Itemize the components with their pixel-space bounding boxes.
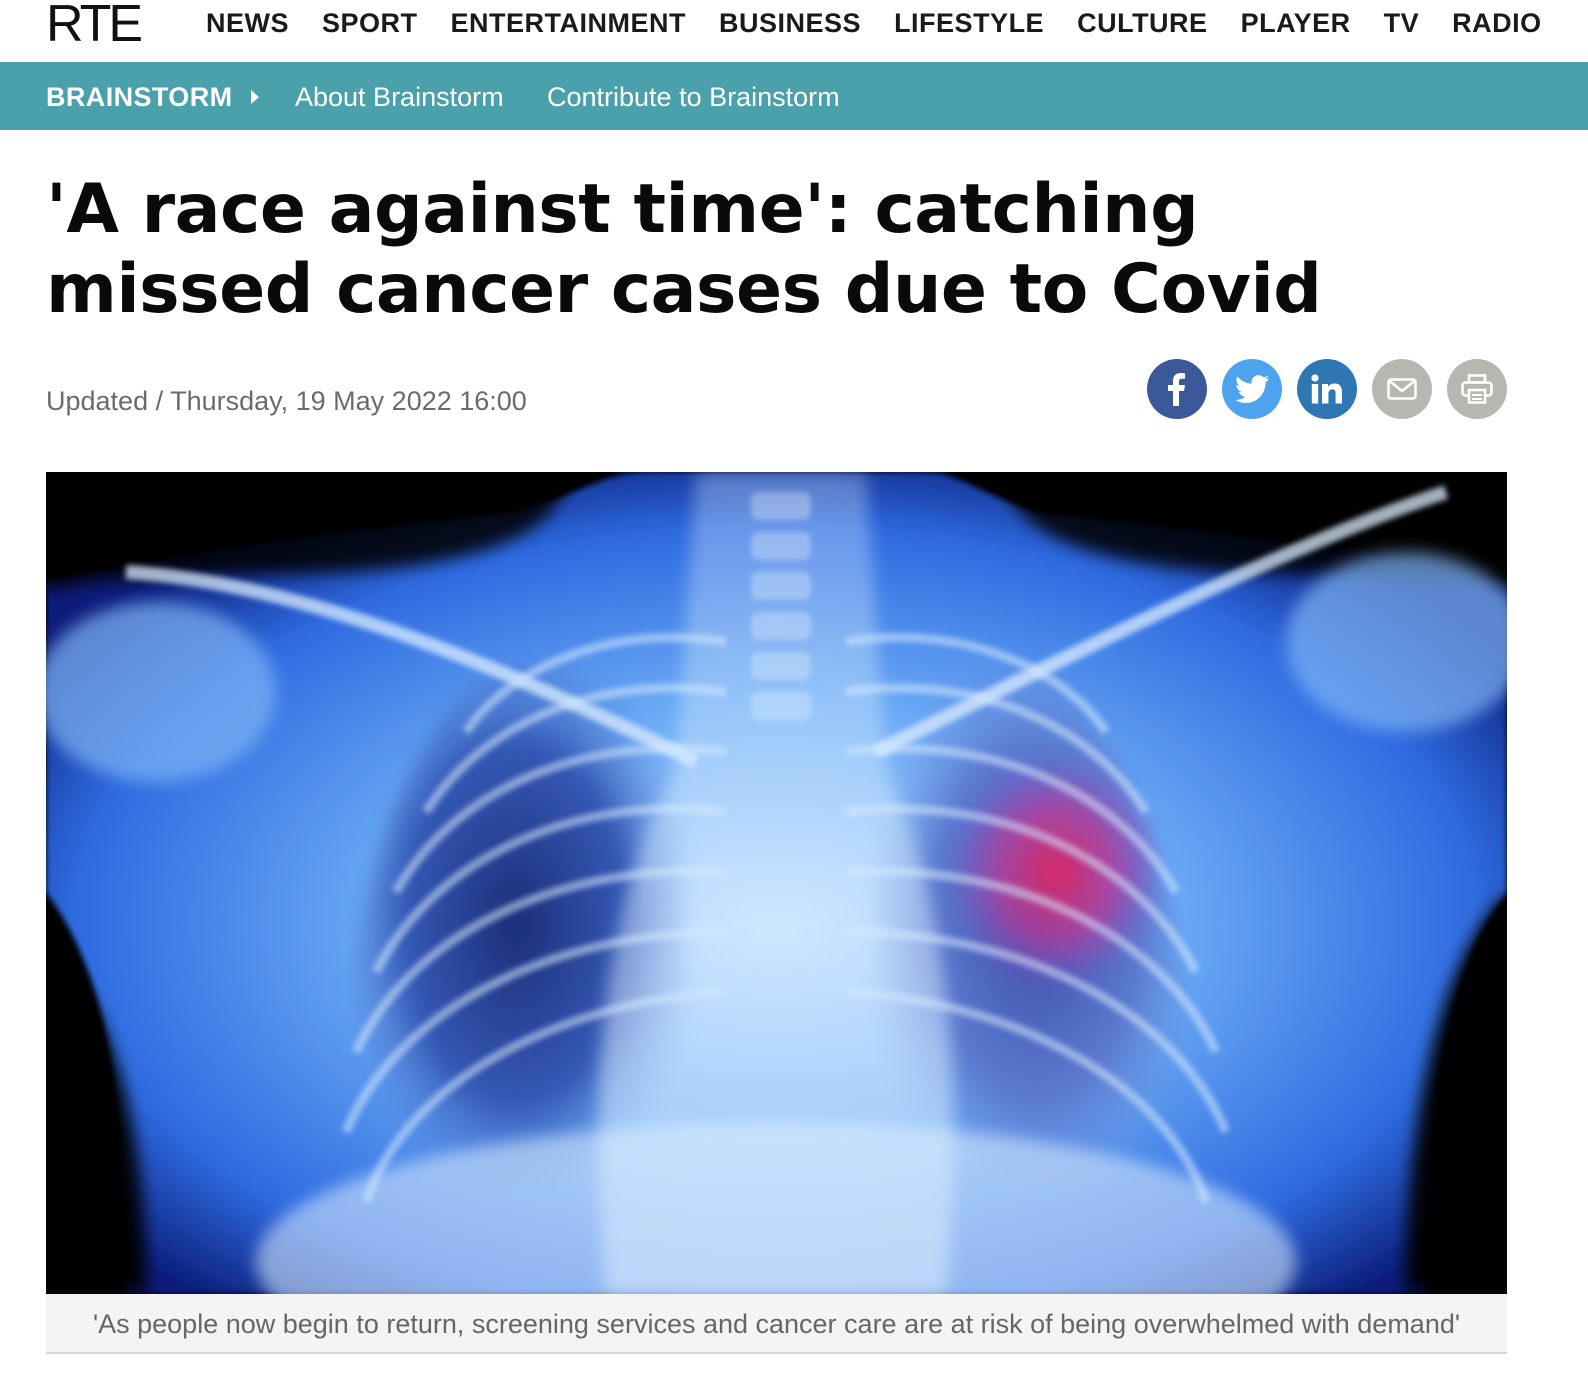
nav-tv[interactable]: TV — [1384, 4, 1420, 42]
print-button[interactable] — [1447, 359, 1507, 419]
article-headline: 'A race against time': catching missed c… — [46, 170, 1322, 329]
rte-logo[interactable]: RTE — [46, 0, 143, 54]
nav-lifestyle[interactable]: LIFESTYLE — [894, 4, 1044, 42]
linkedin-share-button[interactable] — [1297, 359, 1357, 419]
section-title[interactable]: BRAINSTORM — [46, 62, 233, 132]
caret-right-icon — [251, 90, 259, 104]
article-dateline: Updated / Thursday, 19 May 2022 16:00 — [46, 386, 527, 416]
section-bar: BRAINSTORM About Brainstorm Contribute t… — [0, 62, 1588, 130]
main-nav: NEWS SPORT ENTERTAINMENT BUSINESS LIFEST… — [206, 4, 1575, 42]
contribute-brainstorm-link[interactable]: Contribute to Brainstorm — [547, 62, 840, 132]
nav-news[interactable]: NEWS — [206, 4, 289, 42]
image-caption: 'As people now begin to return, screenin… — [46, 1294, 1507, 1354]
facebook-icon — [1168, 373, 1185, 406]
linkedin-icon — [1311, 374, 1342, 404]
nav-entertainment[interactable]: ENTERTAINMENT — [451, 4, 687, 42]
about-brainstorm-link[interactable]: About Brainstorm — [295, 62, 504, 132]
email-share-button[interactable] — [1372, 359, 1432, 419]
twitter-share-button[interactable] — [1222, 359, 1282, 419]
nav-sport[interactable]: SPORT — [322, 4, 418, 42]
article-hero-image — [46, 472, 1507, 1294]
print-icon — [1461, 374, 1493, 404]
logo-text: RTE — [46, 0, 143, 53]
email-icon — [1387, 378, 1417, 400]
nav-radio[interactable]: RADIO — [1452, 4, 1542, 42]
top-navigation: RTE NEWS SPORT ENTERTAINMENT BUSINESS LI… — [0, 0, 1588, 62]
nav-business[interactable]: BUSINESS — [719, 4, 861, 42]
chest-xray-image — [46, 472, 1507, 1294]
nav-culture[interactable]: CULTURE — [1077, 4, 1207, 42]
facebook-share-button[interactable] — [1147, 359, 1207, 419]
nav-player[interactable]: PLAYER — [1241, 4, 1351, 42]
twitter-icon — [1235, 375, 1269, 403]
